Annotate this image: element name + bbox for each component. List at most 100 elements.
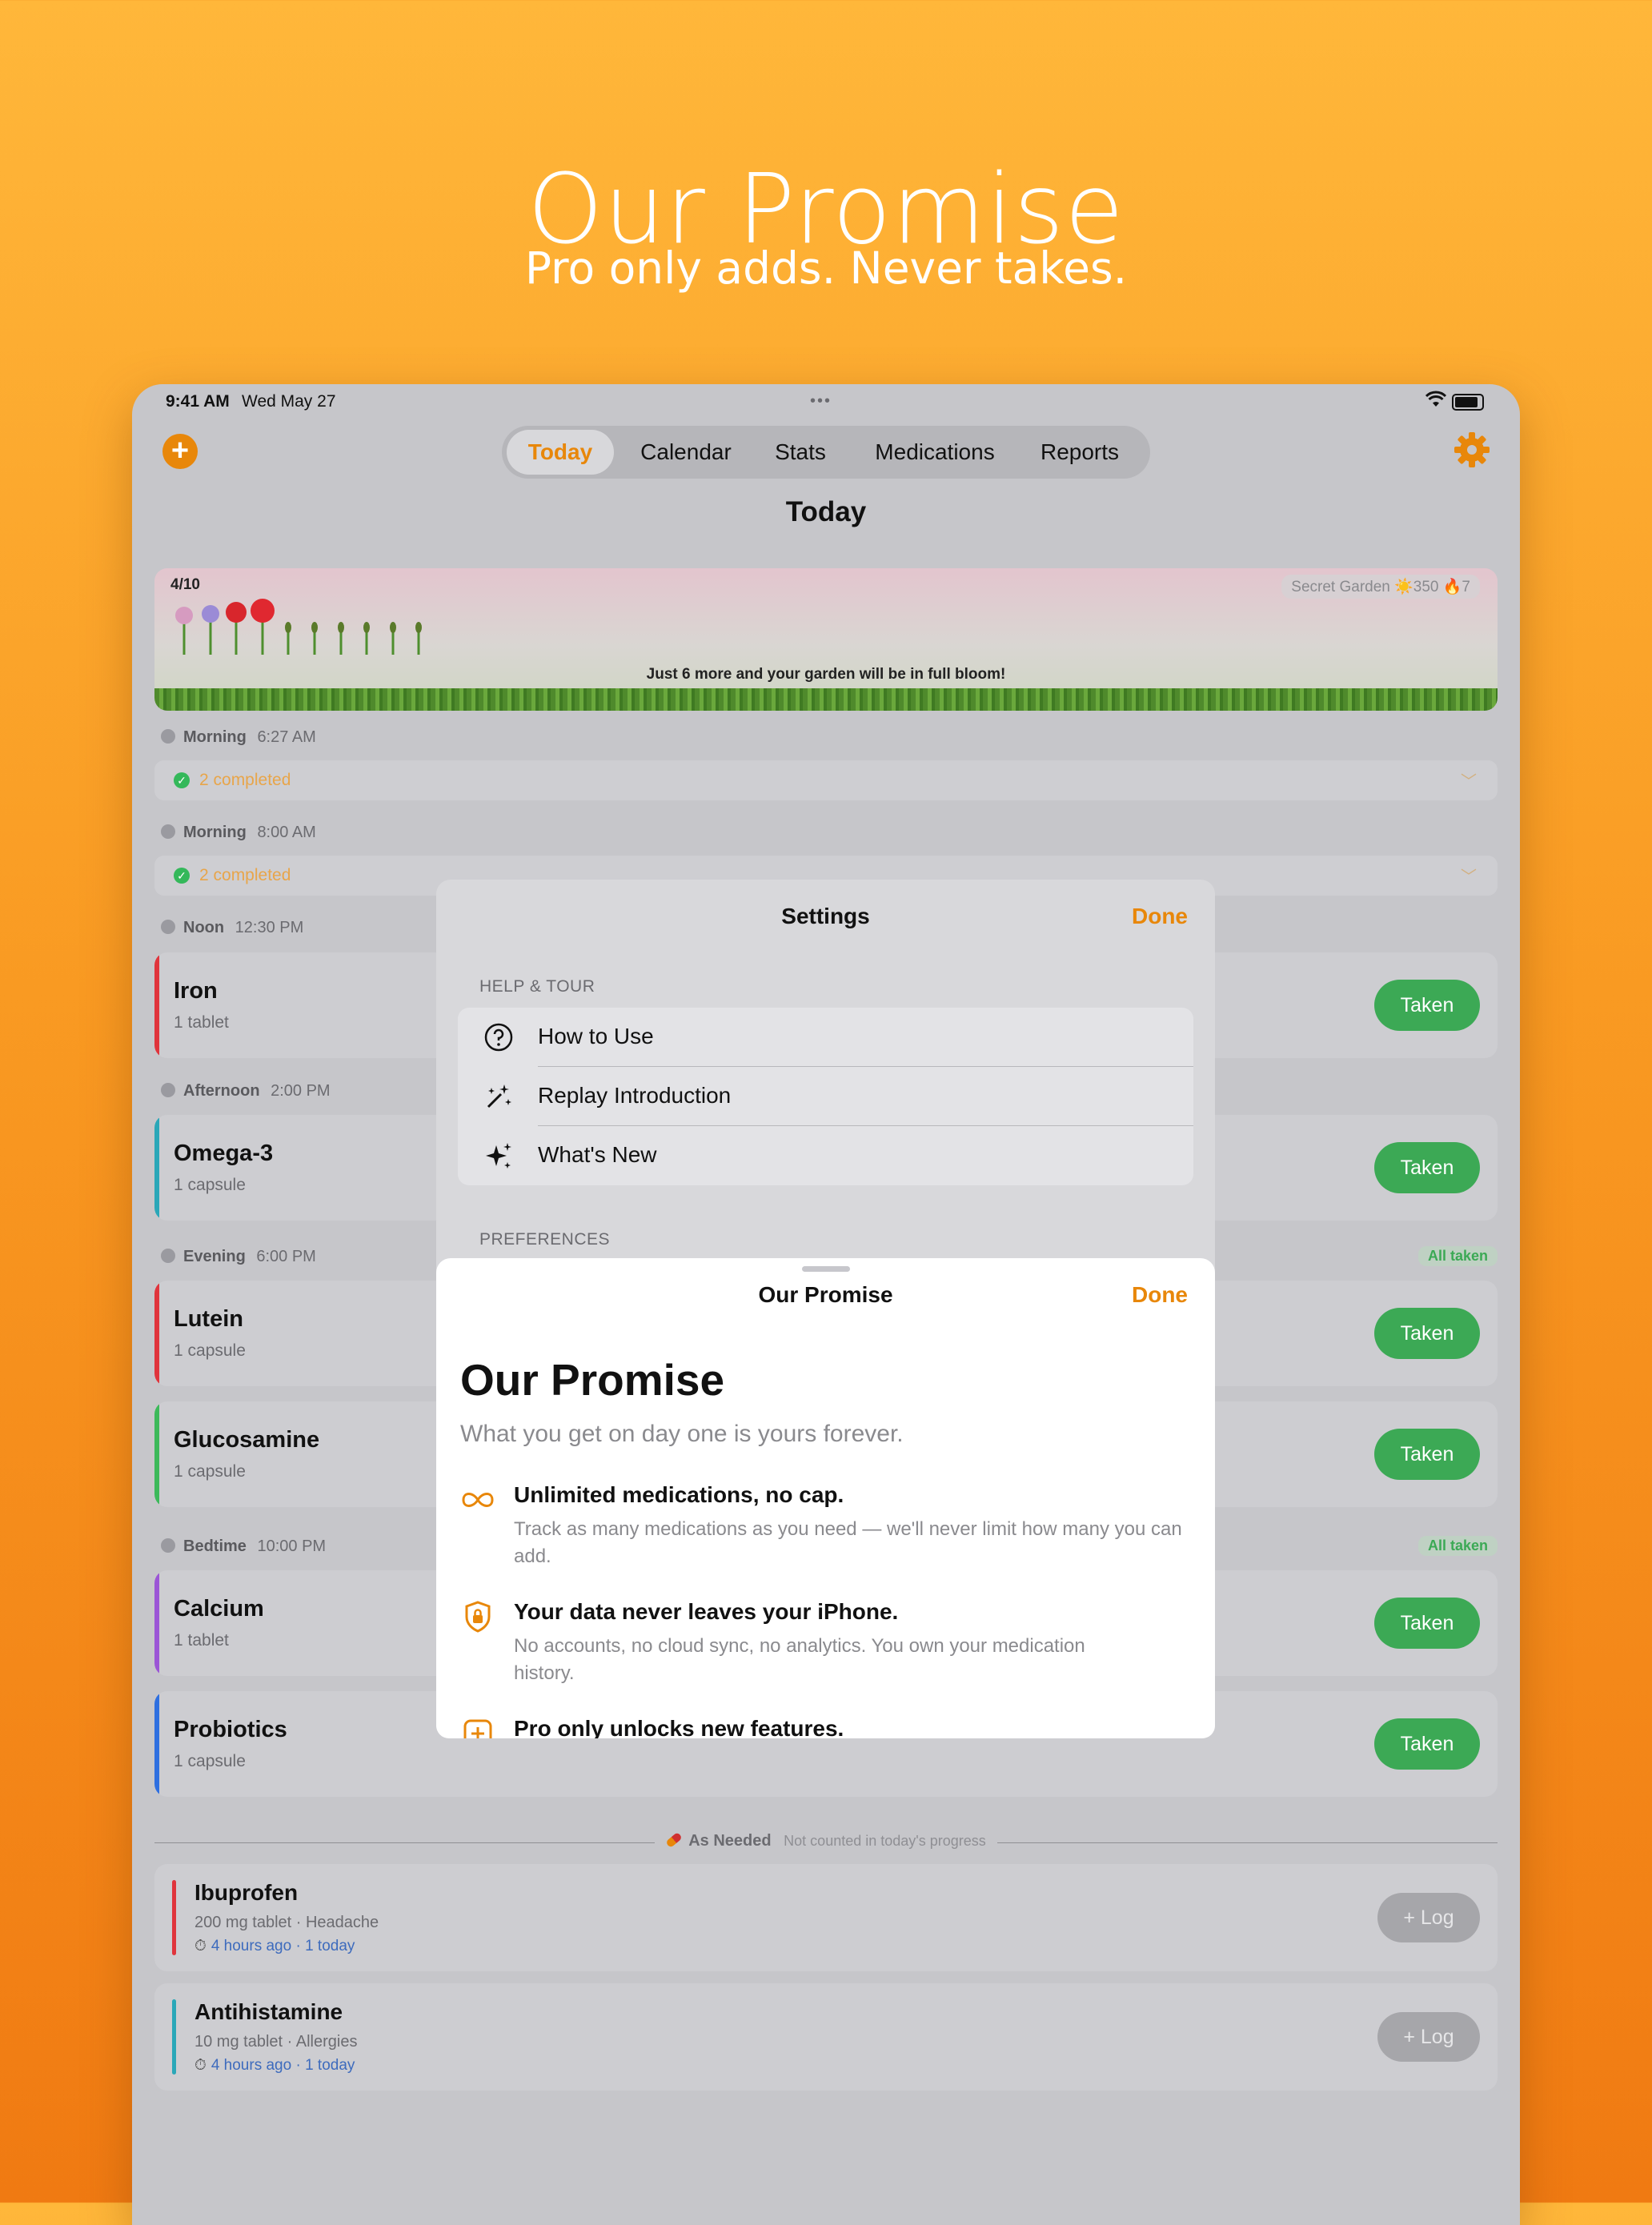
prn-last-taken: 4 hours ago · 1 today: [211, 1938, 355, 1954]
gear-icon[interactable]: [1453, 431, 1491, 469]
med-name: Glucosamine: [174, 1427, 320, 1453]
tab-medications[interactable]: Medications: [851, 426, 1019, 479]
row-label: How to Use: [538, 1024, 654, 1048]
med-name: Lutein: [174, 1306, 243, 1332]
prn-last-taken: 4 hours ago · 1 today: [211, 2057, 355, 2074]
page-title: Today: [785, 496, 867, 527]
garden-flowers-illustration: [175, 599, 422, 655]
battery-icon: [1452, 394, 1484, 411]
completed-count: 2 completed: [199, 771, 291, 789]
promise-done-button[interactable]: Done: [1132, 1282, 1188, 1308]
as-needed-header: As Needed Not counted in today's progres…: [132, 1831, 1520, 1850]
color-bar: [154, 1570, 159, 1676]
color-bar: [154, 1115, 159, 1221]
sunrise-icon: [161, 729, 175, 744]
moon-icon: [161, 1538, 175, 1553]
our-promise-sheet: Our Promise Done Our Promise What you ge…: [436, 1258, 1215, 1738]
tab-stats[interactable]: Stats: [756, 426, 844, 479]
section-morning-1: Morning 6:27 AM: [161, 728, 316, 747]
settings-row-replay-introduction[interactable]: Replay Introduction: [458, 1067, 1193, 1126]
med-name: Calcium: [174, 1596, 264, 1622]
section-name: Evening: [183, 1248, 246, 1265]
taken-button[interactable]: Taken: [1374, 1308, 1480, 1359]
promise-nav-title: Our Promise: [758, 1282, 893, 1307]
infinity-icon: [462, 1493, 494, 1507]
grass-decoration: [154, 688, 1498, 711]
promise-item-desc: No accounts, no cloud sync, no analytics…: [514, 1635, 1085, 1684]
med-name: Iron: [174, 978, 218, 1004]
status-date: Wed May 27: [242, 392, 336, 411]
all-taken-badge: All taken: [1417, 1536, 1498, 1556]
sparkles-icon: [486, 1143, 511, 1169]
magic-wand-icon: [487, 1084, 511, 1108]
section-name: Noon: [183, 919, 225, 936]
status-bar: 9:41 AM Wed May 27 •••: [132, 384, 1520, 432]
settings-title: Settings: [781, 904, 870, 928]
color-bar: [154, 1281, 159, 1386]
tab-reports[interactable]: Reports: [1024, 426, 1136, 479]
med-dose: 1 tablet: [174, 1013, 229, 1032]
checkmark-icon: ✓: [174, 772, 190, 788]
prn-card-ibuprofen[interactable]: Ibuprofen 200 mg tablet · Headache ⏱ 4 ho…: [154, 1864, 1498, 1971]
taken-button[interactable]: Taken: [1374, 1142, 1480, 1193]
sheet-grabber[interactable]: [802, 1266, 850, 1272]
color-bar: [172, 1999, 176, 2075]
section-name: Morning: [183, 728, 247, 746]
med-dose: 1 tablet: [174, 1631, 229, 1650]
settings-done-button[interactable]: Done: [1132, 904, 1188, 929]
section-afternoon: Afternoon 2:00 PM: [161, 1082, 331, 1100]
sun-icon: [161, 920, 175, 934]
section-header-preferences: PREFERENCES: [479, 1230, 611, 1249]
promise-item-desc: Track as many medications as you need — …: [514, 1518, 1182, 1567]
prn-dose: 200 mg tablet · Headache: [194, 1914, 379, 1931]
section-time: 2:00 PM: [271, 1082, 331, 1100]
section-time: 6:00 PM: [256, 1248, 316, 1265]
section-time: 6:27 AM: [257, 728, 316, 746]
taken-button[interactable]: Taken: [1374, 980, 1480, 1031]
hero-subtitle: Pro only adds. Never takes.: [524, 243, 1128, 294]
promise-subheading: What you get on day one is yours forever…: [460, 1421, 904, 1447]
tab-bar: Today Calendar Stats Medications Reports: [502, 426, 1150, 479]
chevron-down-icon: ﹀: [1461, 773, 1477, 791]
pill-icon: [665, 1831, 684, 1849]
garden-banner[interactable]: 4/10 Secret Garden ☀️350 🔥7 Just 6 more …: [154, 568, 1498, 711]
settings-row-how-to-use[interactable]: How to Use: [458, 1008, 1193, 1067]
settings-row-whats-new[interactable]: What's New: [458, 1126, 1193, 1185]
section-name: Bedtime: [183, 1537, 247, 1555]
section-name: Morning: [183, 824, 247, 841]
garden-message: Just 6 more and your garden will be in f…: [646, 666, 1006, 683]
taken-button[interactable]: Taken: [1374, 1429, 1480, 1480]
color-bar: [154, 1401, 159, 1507]
tab-calendar[interactable]: Calendar: [622, 426, 750, 479]
taken-button[interactable]: Taken: [1374, 1718, 1480, 1770]
prn-card-antihistamine[interactable]: Antihistamine 10 mg tablet · Allergies ⏱…: [154, 1983, 1498, 2091]
section-time: 12:30 PM: [235, 919, 304, 936]
med-dose: 1 capsule: [174, 1341, 246, 1360]
question-circle-icon: [484, 1023, 513, 1052]
checkmark-icon: ✓: [174, 868, 190, 884]
secret-garden-badge: Secret Garden ☀️350 🔥7: [1281, 575, 1480, 599]
moon-icon: [161, 1249, 175, 1263]
prn-name: Antihistamine: [194, 1999, 343, 2024]
timer-icon: ⏱: [194, 2057, 206, 2074]
row-label: Replay Introduction: [538, 1083, 732, 1108]
log-button[interactable]: + Log: [1377, 2012, 1480, 2062]
med-dose: 1 capsule: [174, 1752, 246, 1770]
med-dose: 1 capsule: [174, 1176, 246, 1194]
tab-today[interactable]: Today: [507, 430, 614, 475]
prn-dose: 10 mg tablet · Allergies: [194, 2033, 358, 2051]
multitasking-dots[interactable]: •••: [810, 392, 842, 411]
taken-button[interactable]: Taken: [1374, 1598, 1480, 1649]
section-evening: Evening 6:00 PM: [161, 1248, 316, 1266]
promise-item-title: Your data never leaves your iPhone.: [514, 1599, 899, 1624]
log-button[interactable]: + Log: [1377, 1893, 1480, 1942]
section-noon: Noon 12:30 PM: [161, 919, 303, 937]
completed-row[interactable]: ✓ 2 completed ﹀: [154, 760, 1498, 800]
med-dose: 1 capsule: [174, 1462, 246, 1481]
all-taken-badge: All taken: [1417, 1246, 1498, 1266]
color-bar: [172, 1880, 176, 1955]
completed-count: 2 completed: [199, 866, 291, 884]
section-morning-2: Morning 8:00 AM: [161, 824, 316, 842]
add-medication-button[interactable]: +: [162, 434, 198, 469]
promise-item-title: Unlimited medications, no cap.: [514, 1482, 844, 1507]
